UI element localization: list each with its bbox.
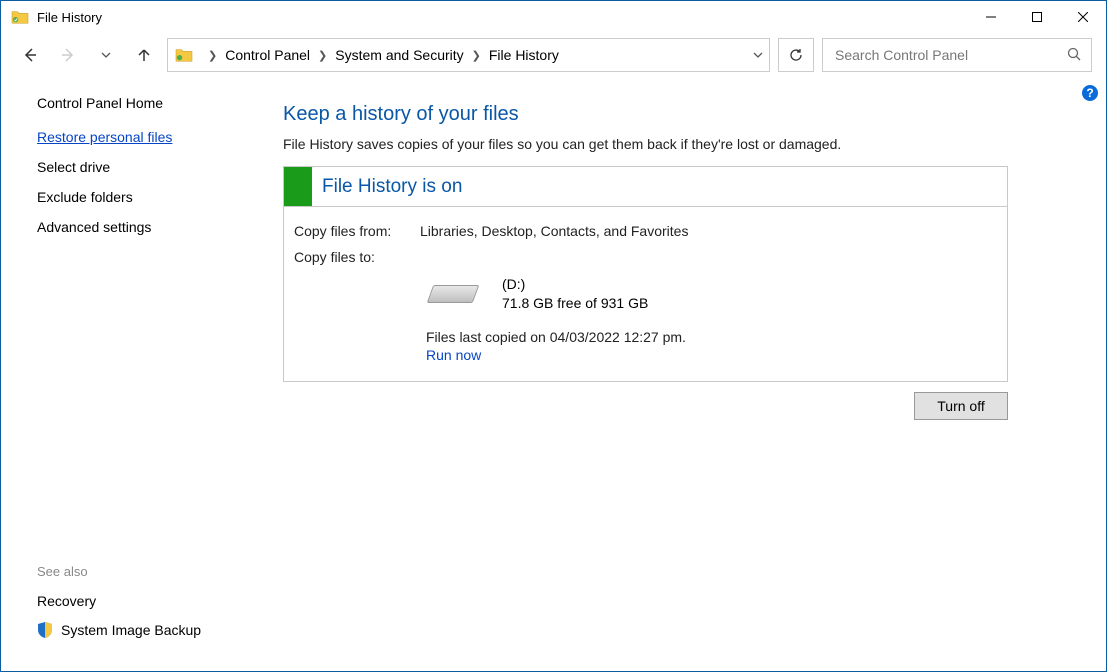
sidebar-advanced[interactable]: Advanced settings bbox=[37, 219, 261, 235]
folder-icon bbox=[174, 45, 194, 65]
crumb-file-history[interactable]: File History bbox=[489, 47, 559, 63]
sidebar-home[interactable]: Control Panel Home bbox=[37, 95, 261, 111]
see-also-recovery[interactable]: Recovery bbox=[37, 593, 261, 609]
status-header: File History is on bbox=[284, 167, 1007, 207]
status-title: File History is on bbox=[322, 176, 462, 198]
copy-from-value: Libraries, Desktop, Contacts, and Favori… bbox=[420, 223, 688, 239]
turn-off-button[interactable]: Turn off bbox=[914, 392, 1008, 420]
refresh-button[interactable] bbox=[778, 38, 814, 72]
window-title: File History bbox=[37, 10, 102, 25]
page-title: Keep a history of your files bbox=[283, 103, 1078, 126]
sidebar-select-drive[interactable]: Select drive bbox=[37, 159, 261, 175]
window-controls bbox=[968, 1, 1106, 33]
chevron-right-icon: ❯ bbox=[208, 49, 217, 62]
sidebar-exclude-folders[interactable]: Exclude folders bbox=[37, 189, 261, 205]
close-button[interactable] bbox=[1060, 1, 1106, 33]
up-button[interactable] bbox=[129, 40, 159, 70]
forward-button[interactable] bbox=[53, 40, 83, 70]
help-icon[interactable]: ? bbox=[1082, 85, 1098, 101]
chevron-right-icon: ❯ bbox=[472, 49, 481, 62]
sidebar-restore[interactable]: Restore personal files bbox=[37, 129, 261, 145]
search-box[interactable] bbox=[822, 38, 1092, 72]
drive-icon bbox=[426, 277, 482, 311]
maximize-button[interactable] bbox=[1014, 1, 1060, 33]
search-icon bbox=[1067, 47, 1081, 64]
crumb-control-panel[interactable]: Control Panel bbox=[225, 47, 310, 63]
shield-icon bbox=[37, 621, 53, 639]
titlebar: File History bbox=[1, 1, 1106, 33]
main-content: ? Keep a history of your files File Hist… bbox=[261, 77, 1106, 671]
last-copied: Files last copied on 04/03/2022 12:27 pm… bbox=[426, 329, 997, 345]
status-box: File History is on Copy files from: Libr… bbox=[283, 166, 1008, 382]
run-now-link[interactable]: Run now bbox=[426, 347, 997, 363]
status-on-indicator bbox=[284, 167, 312, 206]
copy-from-label: Copy files from: bbox=[294, 223, 420, 239]
folder-icon bbox=[11, 8, 29, 26]
search-input[interactable] bbox=[833, 46, 1067, 64]
chevron-right-icon: ❯ bbox=[318, 49, 327, 62]
recent-dropdown[interactable] bbox=[91, 40, 121, 70]
see-also-system-image[interactable]: System Image Backup bbox=[37, 621, 261, 639]
copy-to-label: Copy files to: bbox=[294, 249, 420, 265]
minimize-button[interactable] bbox=[968, 1, 1014, 33]
back-button[interactable] bbox=[15, 40, 45, 70]
drive-space: 71.8 GB free of 931 GB bbox=[502, 294, 648, 313]
address-bar: ❯ Control Panel ❯ System and Security ❯ … bbox=[1, 33, 1106, 77]
see-also-system-image-label: System Image Backup bbox=[61, 622, 201, 638]
see-also-recovery-label: Recovery bbox=[37, 593, 96, 609]
page-subtitle: File History saves copies of your files … bbox=[283, 136, 1078, 152]
breadcrumb[interactable]: ❯ Control Panel ❯ System and Security ❯ … bbox=[167, 38, 770, 72]
crumb-system-security[interactable]: System and Security bbox=[335, 47, 463, 63]
sidebar: Control Panel Home Restore personal file… bbox=[1, 77, 261, 671]
drive-name: (D:) bbox=[502, 275, 648, 294]
see-also-label: See also bbox=[37, 564, 261, 579]
chevron-down-icon[interactable] bbox=[753, 47, 763, 63]
